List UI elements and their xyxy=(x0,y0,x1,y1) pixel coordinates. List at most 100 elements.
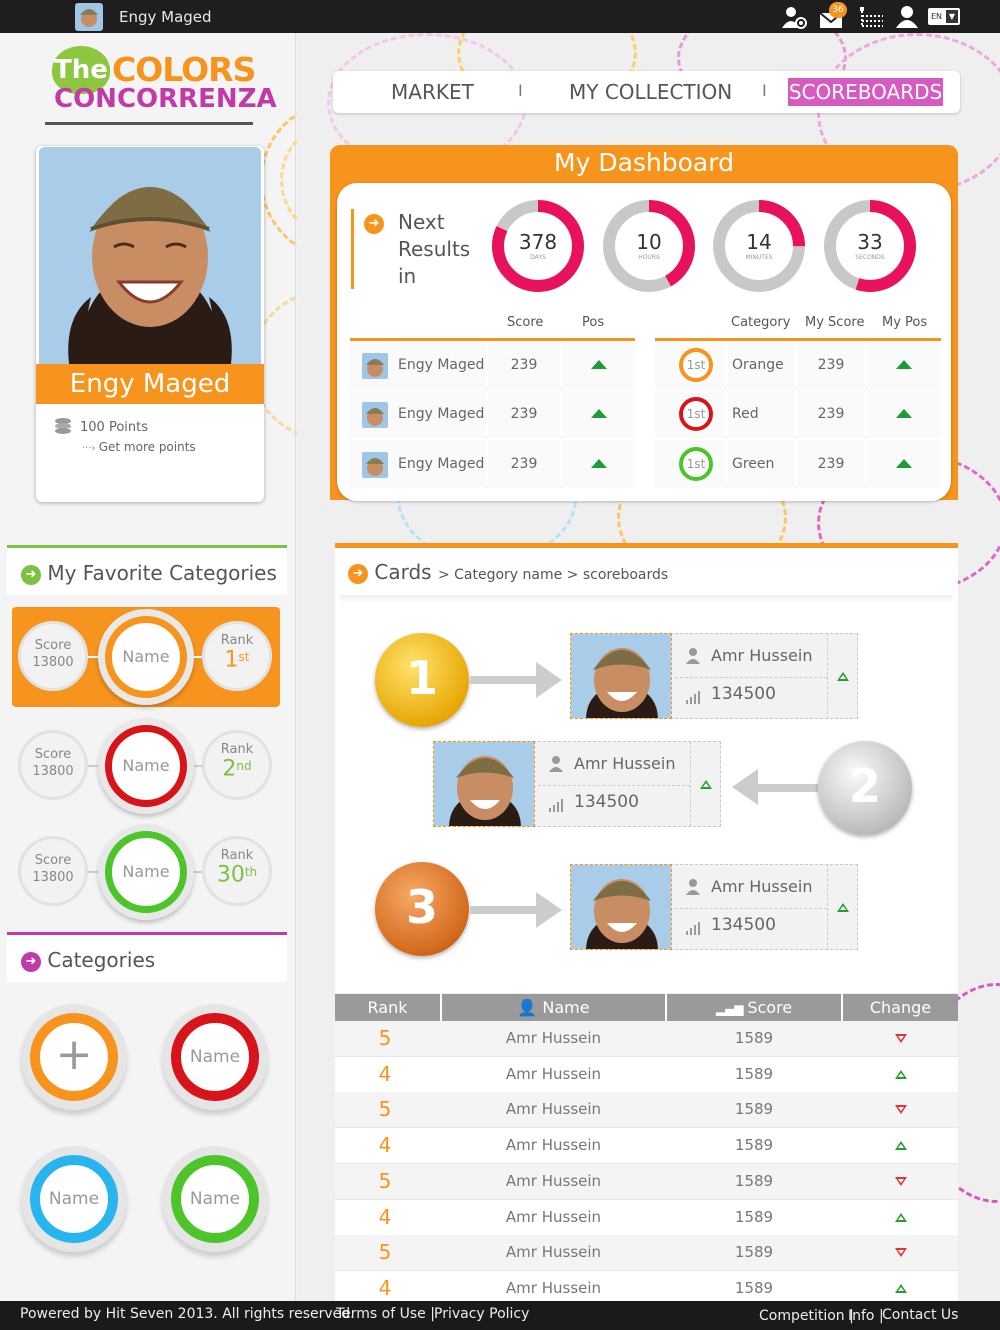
favorite-score: Score 13800 xyxy=(18,621,88,691)
person-icon xyxy=(685,646,701,674)
rank-cell: 5 xyxy=(378,1026,392,1050)
favorite-row[interactable]: Score 13800 Name Rank 1st xyxy=(12,607,280,707)
arrow-right-icon xyxy=(470,906,540,914)
player-score: 134500 xyxy=(675,680,827,716)
table-row[interactable]: 5 Amr Hussein 1589 xyxy=(335,1092,958,1128)
player-name: Amr Hussein xyxy=(538,750,690,786)
footer-privacy-link[interactable]: Privacy Policy xyxy=(434,1306,529,1322)
breadcrumb[interactable]: > Category name > scoreboards xyxy=(438,567,668,583)
ranking-table: Rank 👤 Name ▂▄▆ Score Change 5 Amr Hussei… xyxy=(335,994,958,1301)
table-row[interactable]: Engy Maged 239 xyxy=(350,390,635,438)
favorite-row[interactable]: Score 13800 Name Rank 30th xyxy=(12,822,280,922)
user-points: 100 Points xyxy=(80,420,148,435)
table-row[interactable]: 1st Orange 239 xyxy=(655,341,941,389)
table-row[interactable]: 5 Amr Hussein 1589 xyxy=(335,1164,958,1200)
favorite-category-circle[interactable]: Name xyxy=(98,824,194,920)
nav-my-collection[interactable]: MY COLLECTION xyxy=(569,80,732,104)
person-icon xyxy=(685,877,701,905)
profile-photo[interactable] xyxy=(39,147,261,364)
dashboard-title: My Dashboard xyxy=(554,148,734,177)
table-row[interactable]: 5 Amr Hussein 1589 xyxy=(335,1235,958,1271)
get-more-points-link[interactable]: ···› Get more points xyxy=(82,440,196,454)
name-cell: Amr Hussein xyxy=(505,1100,602,1118)
favorite-category-circle[interactable]: Name xyxy=(98,609,194,705)
category-circle[interactable]: Name xyxy=(162,1004,268,1110)
rank-cell: 5 xyxy=(378,1240,392,1264)
logo-concorrenza: CONCORRENZA xyxy=(54,84,277,114)
change-up-icon xyxy=(843,1200,958,1236)
col-header-category: Category xyxy=(731,315,791,330)
rank-cell: 4 xyxy=(378,1276,392,1300)
footer-competition-link[interactable]: Competition | xyxy=(759,1308,854,1324)
score-cell: 1589 xyxy=(734,1172,774,1190)
change-down-icon xyxy=(843,1235,958,1271)
favorite-score: Score 13800 xyxy=(18,836,88,906)
add-friend-icon[interactable] xyxy=(780,4,808,30)
favorite-rank: Rank 30th xyxy=(202,836,272,906)
favorite-rank: Rank 2nd xyxy=(202,730,272,800)
network-icon[interactable] xyxy=(857,4,885,30)
category-circle[interactable]: Name xyxy=(162,1146,268,1252)
footer-contact-link[interactable]: Contact Us xyxy=(882,1307,958,1323)
podium-card-third[interactable]: Amr Hussein 134500 xyxy=(570,864,858,950)
coins-icon xyxy=(53,417,73,437)
podium-card-first[interactable]: Amr Hussein 134500 xyxy=(570,633,858,719)
name-cell: Amr Hussein xyxy=(505,1279,602,1297)
table-row[interactable]: 4 Amr Hussein 1589 xyxy=(335,1128,958,1164)
score-cell: 1589 xyxy=(734,1029,774,1047)
top-bar: Engy Maged 36 EN ▼ xyxy=(0,0,1000,33)
footer-info-link[interactable]: Info | xyxy=(848,1308,884,1324)
position-up-icon xyxy=(867,390,941,438)
favorite-row[interactable]: Score 13800 Name Rank 2nd xyxy=(12,716,280,816)
divider xyxy=(340,595,952,603)
topbar-username: Engy Maged xyxy=(119,8,212,26)
favorite-category-circle[interactable]: Name xyxy=(98,718,194,814)
table-row[interactable]: Engy Maged 239 xyxy=(350,341,635,389)
change-up-icon xyxy=(827,864,857,950)
table-row[interactable]: 1st Red 239 xyxy=(655,390,941,438)
bronze-medal-icon: 3 xyxy=(375,862,469,956)
user-avatar xyxy=(362,452,388,478)
position-up-icon xyxy=(562,440,635,488)
name-cell: Amr Hussein xyxy=(505,1172,602,1190)
main-nav: MARKET I MY COLLECTION I SCOREBOARDS xyxy=(333,71,960,113)
chevron-down-icon: ▼ xyxy=(946,10,958,23)
player-photo xyxy=(570,633,672,719)
bar-chart-icon xyxy=(685,917,701,945)
arrow-left-icon xyxy=(756,784,822,792)
table-row[interactable]: 1st Green 239 xyxy=(655,440,941,488)
nav-scoreboards[interactable]: SCOREBOARDS xyxy=(788,78,943,106)
arrow-circle-icon: ➜ xyxy=(348,563,368,584)
category-circle[interactable]: Name xyxy=(21,1146,127,1252)
table-row[interactable]: 4 Amr Hussein 1589 xyxy=(335,1271,958,1301)
categories-header: ➜ Categories xyxy=(7,932,287,982)
silver-medal-icon: 2 xyxy=(818,741,912,835)
logo-underline xyxy=(45,122,253,125)
table-row[interactable]: Engy Maged 239 xyxy=(350,440,635,488)
player-score: 134500 xyxy=(675,911,827,947)
person-icon xyxy=(548,754,564,782)
favorite-categories-title: My Favorite Categories xyxy=(47,561,277,585)
col-header-score: Score xyxy=(507,315,544,330)
table-row[interactable]: 4 Amr Hussein 1589 xyxy=(335,1057,958,1093)
next-results-label: Next Results in xyxy=(351,209,470,289)
col-header-score: ▂▄▆ Score xyxy=(667,994,841,1021)
language-select[interactable]: EN ▼ xyxy=(928,8,960,25)
footer-terms-link[interactable]: Terms of Use | xyxy=(336,1306,435,1322)
rank-cell: 4 xyxy=(378,1133,392,1157)
table-row[interactable]: 5 Amr Hussein 1589 xyxy=(335,1021,958,1057)
podium-card-second[interactable]: Amr Hussein 134500 xyxy=(433,741,721,827)
arrow-right-icon: ···› xyxy=(82,443,99,454)
app-logo[interactable]: The COLORS CONCORRENZA xyxy=(52,46,277,126)
score-cell: 1589 xyxy=(734,1243,774,1261)
profile-icon[interactable] xyxy=(893,4,921,30)
nav-market[interactable]: MARKET xyxy=(391,80,474,104)
footer-copyright: Powered by Hit Seven 2013. All rights re… xyxy=(20,1306,355,1322)
score-cell: 1589 xyxy=(734,1065,774,1083)
table-row[interactable]: 4 Amr Hussein 1589 xyxy=(335,1200,958,1236)
add-category-button[interactable]: + xyxy=(21,1004,127,1110)
position-up-icon xyxy=(867,341,941,389)
arrow-circle-icon: ➜ xyxy=(21,951,41,972)
change-down-icon xyxy=(843,1164,958,1200)
user-avatar[interactable] xyxy=(75,3,103,31)
